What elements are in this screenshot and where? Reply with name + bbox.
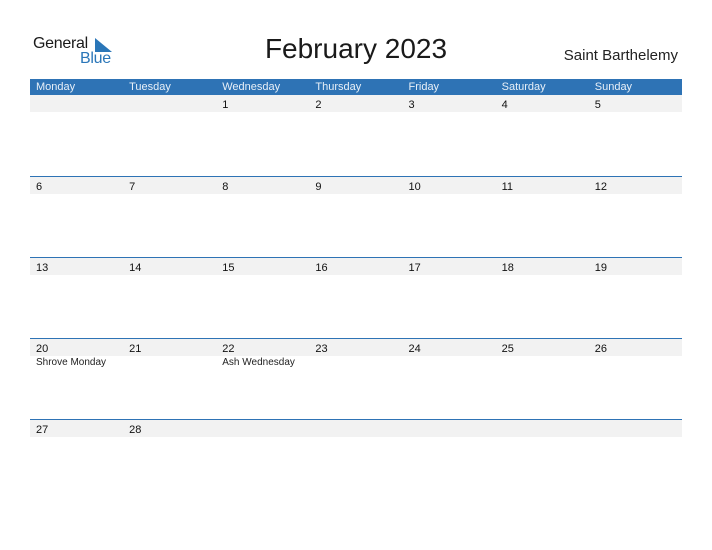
day-cell: 7 — [123, 177, 216, 194]
day-cell: 27 — [30, 420, 123, 437]
weekday-monday: Monday — [36, 81, 76, 93]
date-row: 20 Shrove Monday 21 22 Ash Wednesday 23 24 25 26 — [30, 339, 682, 368]
day-number: 4 — [501, 99, 508, 111]
day-number: 18 — [501, 262, 514, 274]
day-number: 17 — [408, 262, 421, 274]
day-cell: 14 — [123, 258, 216, 275]
holiday-label: Ash Wednesday — [222, 357, 295, 368]
day-cell: 13 — [30, 258, 123, 275]
week-row: 6 7 8 9 10 11 12 — [30, 176, 682, 257]
day-cell: 5 — [589, 95, 682, 112]
day-cell: 17 — [403, 258, 496, 275]
day-cell: 15 — [216, 258, 309, 275]
day-cell: 18 — [496, 258, 589, 275]
day-cell — [589, 420, 682, 437]
day-cell: 22 Ash Wednesday — [216, 339, 309, 368]
day-number: 20 — [36, 343, 49, 355]
day-number: 15 — [222, 262, 235, 274]
day-number: 14 — [129, 262, 142, 274]
day-cell: 12 — [589, 177, 682, 194]
day-cell — [309, 420, 402, 437]
day-number: 3 — [408, 99, 415, 111]
day-cell: 20 Shrove Monday — [30, 339, 123, 368]
day-cell: 10 — [403, 177, 496, 194]
day-number: 21 — [129, 343, 142, 355]
day-cell: 23 — [309, 339, 402, 356]
day-cell: 21 — [123, 339, 216, 356]
day-number: 2 — [315, 99, 322, 111]
calendar-grid: Monday Tuesday Wednesday Thursday Friday… — [30, 79, 682, 500]
weekday-saturday: Saturday — [501, 81, 546, 93]
day-number: 11 — [501, 181, 514, 193]
week-row: 1 2 3 4 5 — [30, 95, 682, 176]
weeks-container: 1 2 3 4 5 6 7 8 9 10 11 12 13 14 15 16 17 18 19 20 Shrove Mo… — [30, 95, 682, 500]
day-number: 10 — [408, 181, 421, 193]
date-row: 27 28 — [30, 420, 682, 437]
week-row: 27 28 — [30, 419, 682, 500]
day-cell: 19 — [589, 258, 682, 275]
day-number: 26 — [594, 343, 607, 355]
day-cell: 8 — [216, 177, 309, 194]
day-number: 13 — [36, 262, 49, 274]
day-number: 5 — [594, 99, 601, 111]
day-number: 19 — [594, 262, 607, 274]
day-cell: 28 — [123, 420, 216, 437]
weekday-thursday: Thursday — [315, 81, 362, 93]
day-cell: 26 — [589, 339, 682, 356]
day-cell: 11 — [496, 177, 589, 194]
day-number: 22 — [222, 343, 235, 355]
day-number: 8 — [222, 181, 229, 193]
date-row: 1 2 3 4 5 — [30, 95, 682, 112]
day-number: 6 — [36, 181, 43, 193]
day-cell — [403, 420, 496, 437]
day-number: 9 — [315, 181, 322, 193]
weekday-sunday: Sunday — [594, 81, 633, 93]
date-row: 6 7 8 9 10 11 12 — [30, 177, 682, 194]
weekday-header: Monday Tuesday Wednesday Thursday Friday… — [30, 79, 682, 95]
day-number: 12 — [594, 181, 607, 193]
weekday-wednesday: Wednesday — [222, 81, 281, 93]
day-cell: 1 — [216, 95, 309, 112]
day-number: 7 — [129, 181, 136, 193]
day-number: 24 — [408, 343, 421, 355]
day-cell — [216, 420, 309, 437]
day-number: 1 — [222, 99, 229, 111]
day-number: 28 — [129, 424, 142, 436]
day-cell — [30, 95, 123, 112]
day-cell: 25 — [496, 339, 589, 356]
week-row: 13 14 15 16 17 18 19 — [30, 257, 682, 338]
country-name: Saint Barthelemy — [563, 47, 678, 64]
date-row: 13 14 15 16 17 18 19 — [30, 258, 682, 275]
weekday-friday: Friday — [408, 81, 440, 93]
day-cell: 16 — [309, 258, 402, 275]
day-cell: 3 — [403, 95, 496, 112]
day-cell — [123, 95, 216, 112]
day-cell: 2 — [309, 95, 402, 112]
day-cell: 24 — [403, 339, 496, 356]
day-cell — [496, 420, 589, 437]
day-cell: 6 — [30, 177, 123, 194]
weekday-tuesday: Tuesday — [129, 81, 171, 93]
day-number: 23 — [315, 343, 328, 355]
day-cell: 4 — [496, 95, 589, 112]
day-cell: 9 — [309, 177, 402, 194]
day-number: 25 — [501, 343, 514, 355]
day-number: 16 — [315, 262, 328, 274]
holiday-label: Shrove Monday — [36, 357, 107, 368]
day-number: 27 — [36, 424, 49, 436]
week-row: 20 Shrove Monday 21 22 Ash Wednesday 23 24 25 26 — [30, 338, 682, 419]
